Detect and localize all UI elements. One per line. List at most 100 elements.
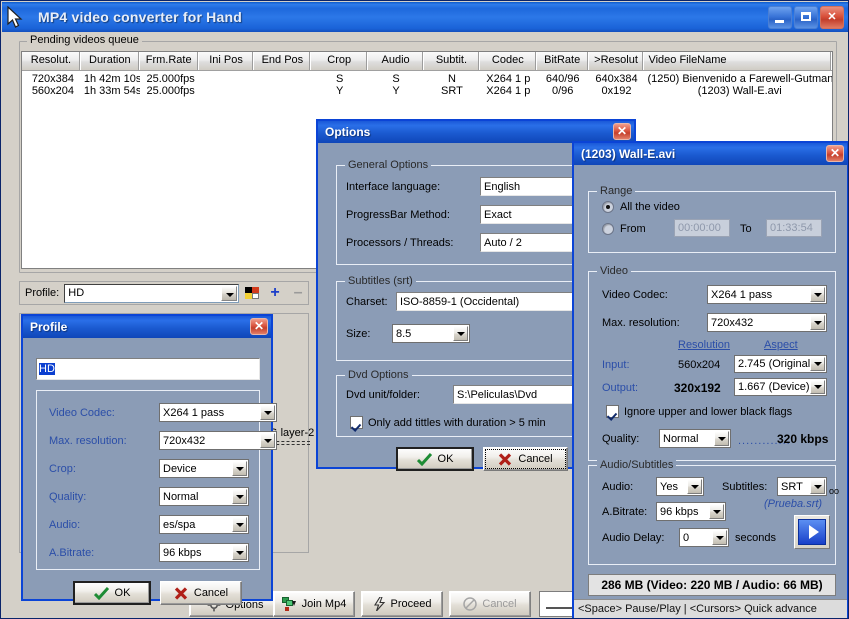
col-crop[interactable]: Crop [311, 52, 369, 70]
video-group-label: Video [597, 265, 631, 277]
col-filename[interactable]: Video FileName [644, 52, 832, 70]
cell-end-pos [254, 85, 311, 97]
edit-profile-button[interactable] [242, 283, 263, 303]
proceed-button[interactable]: Proceed [361, 591, 443, 617]
col-out-resolution[interactable]: >Resolut [588, 52, 645, 70]
general-options-label: General Options [345, 159, 432, 171]
add-profile-button[interactable]: + [265, 283, 286, 303]
chevron-down-icon[interactable] [709, 504, 724, 519]
chevron-down-icon[interactable] [232, 517, 247, 532]
profile-abitrate-combo[interactable]: 96 kbps [159, 543, 249, 562]
col-duration[interactable]: Duration [80, 52, 140, 70]
col-end-pos[interactable]: End Pos [254, 52, 312, 70]
video-dialog-statusbar: <Space> Pause/Play | <Cursors> Quick adv… [574, 599, 847, 618]
input-aspect-combo[interactable]: 2.745 (Original) [734, 355, 827, 373]
all-video-radio[interactable]: All the video [602, 201, 680, 213]
subtitles-file-label: (Prueba.srt) [764, 498, 823, 510]
profile-max-resolution-combo[interactable]: 720x432 [159, 431, 277, 450]
chevron-down-icon[interactable] [221, 285, 238, 301]
cell-codec: X264 1 p [486, 73, 531, 85]
charset-field[interactable]: ISO-8859-1 (Occidental) [396, 292, 596, 311]
radio-icon[interactable] [602, 201, 614, 213]
col-bitrate[interactable]: BitRate [536, 52, 589, 70]
col-audio[interactable]: Audio [368, 52, 425, 70]
col-subtitle[interactable]: Subtit. [424, 52, 480, 70]
minimize-button[interactable] [768, 6, 792, 29]
abitrate-combo[interactable]: 96 kbps [656, 502, 726, 521]
cell-crop: S [336, 73, 344, 85]
chevron-down-icon[interactable] [810, 479, 825, 494]
cell-filename: (1250) Bienvenido a Farewell-Gutmann.a [647, 73, 832, 85]
chevron-down-icon[interactable] [810, 315, 825, 330]
quality-combo[interactable]: Normal [659, 429, 731, 448]
col-ini-pos[interactable]: Ini Pos [198, 52, 255, 70]
chevron-down-icon[interactable] [810, 380, 825, 394]
options-cancel-button[interactable]: Cancel [483, 447, 568, 471]
maximize-button[interactable] [794, 6, 818, 29]
chevron-down-icon[interactable] [453, 326, 468, 341]
subtitles-combo[interactable]: SRT [777, 477, 827, 496]
col-resolution[interactable]: Resolut. [22, 52, 81, 70]
subtitles-more-button[interactable]: oo [829, 486, 839, 496]
profile-quality-combo[interactable]: Normal [159, 487, 249, 506]
from-radio[interactable]: From [602, 223, 646, 235]
cell-audio: S [392, 73, 400, 85]
chevron-down-icon[interactable] [687, 479, 702, 494]
aspect-header[interactable]: Aspect [764, 339, 798, 351]
checkbox-icon[interactable] [350, 416, 363, 429]
from-time-field[interactable]: 00:00:00 [674, 219, 730, 237]
col-framerate[interactable]: Frm.Rate [139, 52, 199, 70]
profile-bar: Profile: HD + – [19, 281, 309, 305]
col-codec[interactable]: Codec [479, 52, 537, 70]
profile-video-codec-combo[interactable]: X264 1 pass [159, 403, 277, 422]
profile-combo-value: HD [68, 287, 85, 299]
close-button[interactable]: ✕ [820, 6, 844, 29]
profile-cancel-button[interactable]: Cancel [160, 581, 242, 605]
chevron-down-icon[interactable] [810, 357, 825, 371]
profile-video-codec-label: Video Codec: [49, 407, 115, 419]
window-title: MP4 video converter for Hand [38, 9, 242, 25]
chevron-down-icon[interactable] [714, 431, 729, 446]
to-time-field[interactable]: 01:33:54 [766, 219, 822, 237]
chevron-down-icon[interactable] [712, 530, 727, 545]
chevron-down-icon[interactable] [260, 405, 275, 420]
chevron-down-icon[interactable] [810, 287, 825, 302]
join-mp4-button[interactable]: Join Mp4 [273, 591, 355, 617]
video-close-icon[interactable]: ✕ [826, 145, 844, 162]
table-row[interactable]: 720x384 1h 42m 10s 25.000fps S S N X264 … [22, 73, 832, 85]
profile-video-codec-value: X264 1 pass [163, 406, 225, 419]
options-dialog-titlebar: Options ✕ [318, 121, 634, 143]
dvd-duration-checkbox[interactable]: Only add tittles with duration > 5 min [350, 416, 546, 429]
profile-combo[interactable]: HD [64, 283, 240, 303]
chevron-down-icon[interactable] [232, 545, 247, 560]
cell-end-pos [254, 73, 311, 85]
options-close-icon[interactable]: ✕ [613, 123, 631, 140]
chevron-down-icon[interactable] [232, 461, 247, 476]
video-codec-combo[interactable]: X264 1 pass [707, 285, 827, 304]
ignore-black-flags-checkbox[interactable]: Ignore upper and lower black flags [606, 405, 792, 418]
resolution-header[interactable]: Resolution [678, 339, 730, 351]
profile-name-input[interactable]: HD [36, 358, 260, 380]
check-icon [93, 586, 109, 600]
audio-delay-combo[interactable]: 0 [679, 528, 729, 547]
preview-play-button[interactable] [794, 515, 830, 549]
profile-crop-value: Device [163, 462, 197, 475]
table-row[interactable]: 560x204 1h 33m 54s 25.000fps Y Y SRT X26… [22, 85, 832, 97]
subtitle-size-combo[interactable]: 8.5 [392, 324, 470, 343]
options-ok-button[interactable]: OK [396, 447, 474, 471]
dvd-options-label: Dvd Options [345, 369, 412, 381]
radio-icon[interactable] [602, 223, 614, 235]
profile-crop-combo[interactable]: Device [159, 459, 249, 478]
chevron-down-icon[interactable] [232, 489, 247, 504]
output-resolution-value: 320x192 [674, 381, 721, 395]
video-settings-dialog: (1203) Wall-E.avi ✕ Range All the video … [572, 141, 848, 618]
output-aspect-combo[interactable]: 1.667 (Device) [734, 378, 827, 396]
chevron-down-icon[interactable] [260, 433, 275, 448]
profile-audio-combo[interactable]: es/spa [159, 515, 249, 534]
profile-dialog-title: Profile [30, 320, 68, 334]
checkbox-icon[interactable] [606, 405, 619, 418]
profile-ok-button[interactable]: OK [73, 581, 151, 605]
audio-combo[interactable]: Yes [656, 477, 704, 496]
max-resolution-combo[interactable]: 720x432 [707, 313, 827, 332]
profile-close-icon[interactable]: ✕ [250, 318, 268, 335]
